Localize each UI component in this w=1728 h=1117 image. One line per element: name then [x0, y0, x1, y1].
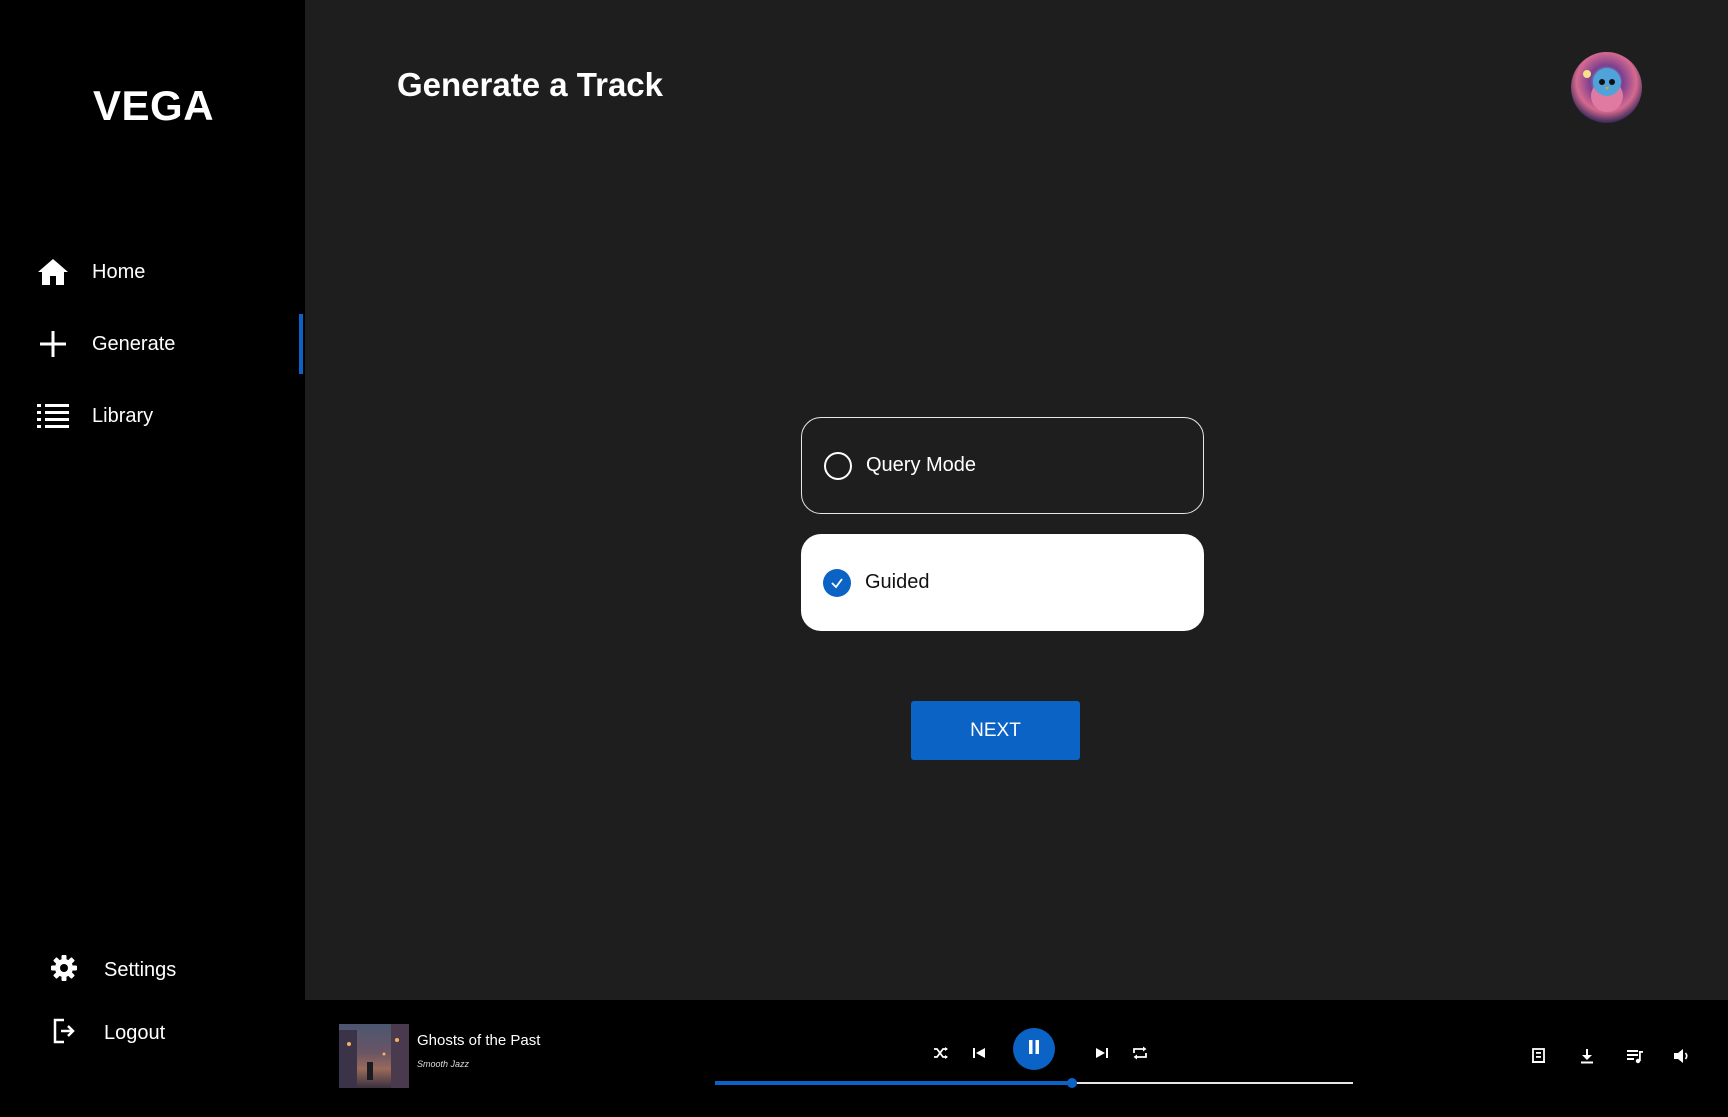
next-track-button[interactable] — [1089, 1042, 1115, 1068]
progress-fill — [715, 1081, 1073, 1085]
queue-button[interactable] — [1623, 1046, 1647, 1070]
lyrics-icon — [1531, 1047, 1547, 1070]
avatar[interactable] — [1571, 52, 1642, 123]
home-icon — [36, 255, 70, 289]
option-label: Query Mode — [866, 454, 977, 476]
sidebar-item-library[interactable]: Library — [36, 396, 153, 436]
list-icon — [36, 399, 70, 433]
check-circle-icon — [823, 568, 851, 597]
next-button[interactable]: NEXT — [911, 701, 1080, 760]
pause-button[interactable] — [1013, 1028, 1055, 1070]
queue-music-icon — [1626, 1048, 1644, 1069]
app-logo: VEGA — [93, 82, 215, 129]
album-art — [339, 1024, 409, 1088]
shuffle-icon — [933, 1046, 949, 1065]
player-bar: Ghosts of the Past Smooth Jazz — [305, 1000, 1728, 1117]
track-title: Ghosts of the Past — [417, 1032, 541, 1049]
radio-unchecked-icon — [824, 451, 852, 480]
sidebar-item-label: Settings — [104, 958, 177, 981]
sidebar-item-settings[interactable]: Settings — [50, 950, 176, 990]
volume-button[interactable] — [1670, 1046, 1694, 1070]
pause-icon — [1027, 1039, 1041, 1060]
sidebar-item-label: Logout — [104, 1021, 166, 1044]
skip-next-icon — [1095, 1046, 1109, 1064]
previous-button[interactable] — [966, 1042, 992, 1068]
sidebar-item-logout[interactable]: Logout — [50, 1013, 165, 1053]
main-content: Generate a Track Query Mode Guided NEXT — [305, 0, 1728, 1000]
progress-thumb[interactable] — [1067, 1078, 1078, 1088]
volume-icon — [1673, 1048, 1691, 1069]
page-title: Generate a Track — [397, 66, 663, 103]
download-icon — [1580, 1048, 1594, 1069]
sidebar-item-home[interactable]: Home — [36, 252, 145, 292]
progress-bar[interactable] — [715, 1078, 1353, 1088]
sidebar-item-label: Generate — [92, 332, 176, 355]
guided-option[interactable]: Guided — [801, 534, 1204, 631]
plus-icon — [36, 327, 70, 361]
sidebar-item-label: Home — [92, 260, 146, 283]
query-mode-option[interactable]: Query Mode — [801, 417, 1204, 514]
active-indicator — [299, 314, 303, 374]
repeat-button[interactable] — [1127, 1042, 1153, 1068]
track-genre: Smooth Jazz — [417, 1059, 470, 1069]
repeat-icon — [1132, 1046, 1148, 1065]
download-button[interactable] — [1575, 1046, 1599, 1070]
gear-icon — [50, 954, 78, 987]
skip-previous-icon — [972, 1046, 986, 1064]
sidebar-item-generate[interactable]: Generate — [36, 324, 175, 364]
lyrics-button[interactable] — [1527, 1046, 1551, 1070]
logout-icon — [50, 1017, 78, 1050]
shuffle-button[interactable] — [928, 1042, 954, 1068]
sidebar: VEGA Home Generate Library Settings Logo… — [0, 0, 305, 1044]
sidebar-item-label: Library — [92, 404, 154, 427]
option-label: Guided — [865, 571, 930, 593]
